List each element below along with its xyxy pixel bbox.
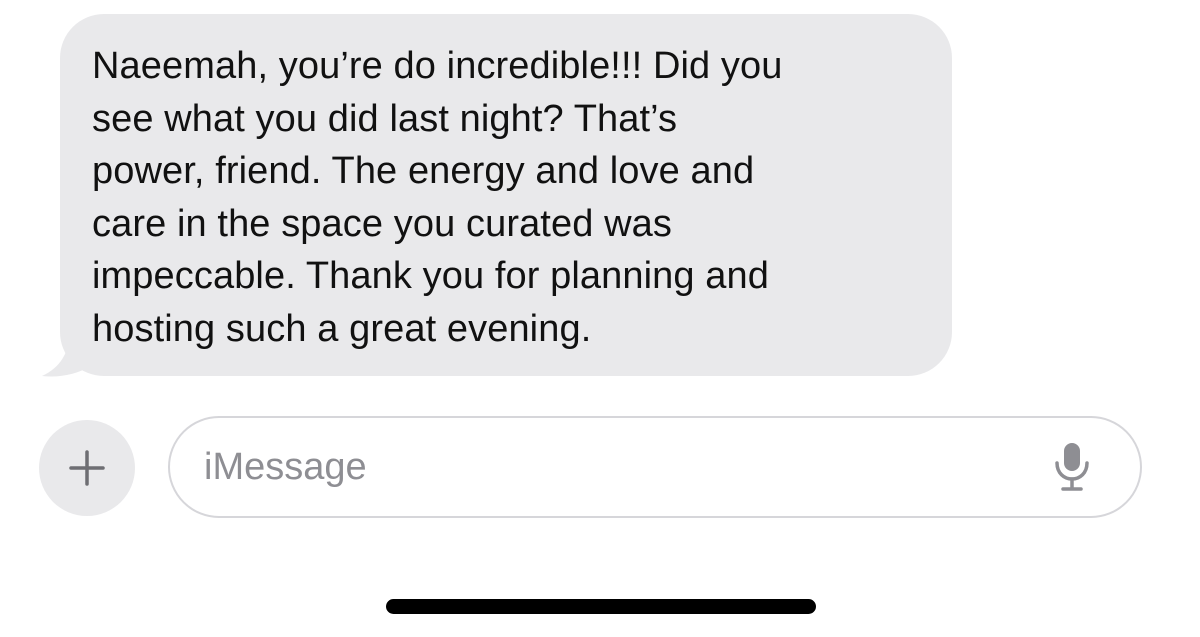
message-input-placeholder: iMessage: [204, 445, 367, 488]
microphone-icon[interactable]: [1052, 441, 1092, 493]
plus-icon: [69, 450, 105, 486]
messages-screen: Naeemah, you’re do incredible!!! Did you…: [0, 0, 1200, 637]
home-indicator[interactable]: [386, 599, 816, 614]
message-text: Naeemah, you’re do incredible!!! Did you…: [92, 45, 783, 350]
add-attachment-button[interactable]: [39, 420, 135, 516]
message-bubble[interactable]: Naeemah, you’re do incredible!!! Did you…: [60, 14, 952, 376]
message-input[interactable]: iMessage: [168, 416, 1142, 518]
